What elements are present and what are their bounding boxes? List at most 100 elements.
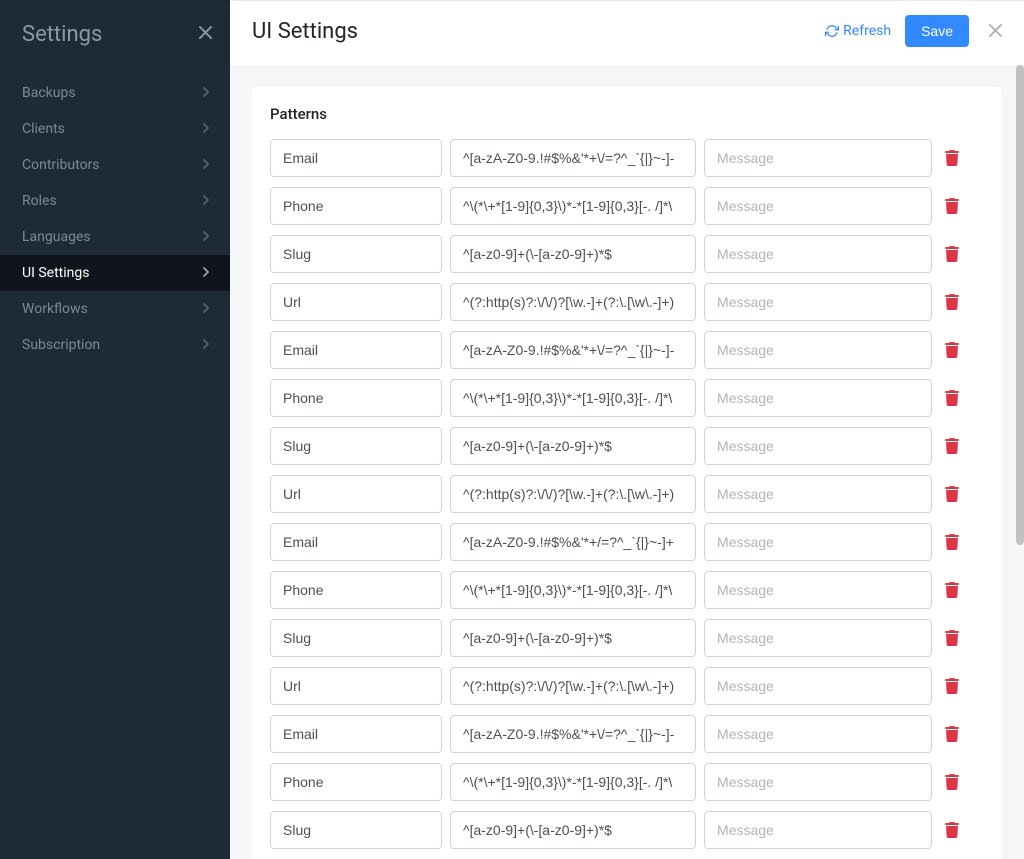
sidebar-header: Settings [0,18,230,75]
pattern-name-input[interactable] [270,475,442,513]
pattern-message-input[interactable] [704,523,932,561]
sidebar-item-workflows[interactable]: Workflows [0,291,230,327]
trash-icon[interactable] [940,534,964,550]
pattern-name-input[interactable] [270,571,442,609]
pattern-message-input[interactable] [704,283,932,321]
chevron-right-icon [203,338,210,352]
chevron-right-icon [203,122,210,136]
pattern-message-input[interactable] [704,187,932,225]
trash-icon[interactable] [940,198,964,214]
pattern-message-input[interactable] [704,331,932,369]
pattern-message-input[interactable] [704,379,932,417]
pattern-regex-input[interactable] [450,331,696,369]
trash-icon[interactable] [940,294,964,310]
pattern-name-input[interactable] [270,523,442,561]
pattern-name-input[interactable] [270,427,442,465]
trash-icon[interactable] [940,582,964,598]
pattern-message-input[interactable] [704,139,932,177]
pattern-row [270,763,984,801]
trash-icon[interactable] [940,678,964,694]
trash-icon[interactable] [940,726,964,742]
sidebar-title: Settings [22,22,102,47]
pattern-row [270,667,984,705]
content-scroller[interactable]: Patterns [252,87,1002,859]
pattern-regex-input[interactable] [450,187,696,225]
trash-icon[interactable] [940,438,964,454]
pattern-message-input[interactable] [704,235,932,273]
refresh-label: Refresh [843,23,891,39]
trash-icon[interactable] [940,150,964,166]
sidebar-item-languages[interactable]: Languages [0,219,230,255]
pattern-message-input[interactable] [704,475,932,513]
chevron-right-icon [203,266,210,280]
pattern-regex-input[interactable] [450,379,696,417]
sidebar-item-contributors[interactable]: Contributors [0,147,230,183]
pattern-name-input[interactable] [270,187,442,225]
pattern-message-input[interactable] [704,715,932,753]
trash-icon[interactable] [940,246,964,262]
pattern-regex-input[interactable] [450,139,696,177]
sidebar-item-roles[interactable]: Roles [0,183,230,219]
pattern-regex-input[interactable] [450,427,696,465]
sidebar-item-subscription[interactable]: Subscription [0,327,230,363]
trash-icon[interactable] [940,630,964,646]
trash-icon[interactable] [940,822,964,838]
save-button[interactable]: Save [905,15,969,47]
pattern-row [270,427,984,465]
chevron-right-icon [203,194,210,208]
chevron-right-icon [203,158,210,172]
pattern-message-input[interactable] [704,763,932,801]
pattern-name-input[interactable] [270,235,442,273]
pattern-message-input[interactable] [704,667,932,705]
pattern-message-input[interactable] [704,619,932,657]
scrollbar-thumb[interactable] [1016,65,1024,545]
pattern-message-input[interactable] [704,427,932,465]
trash-icon[interactable] [940,774,964,790]
trash-icon[interactable] [940,486,964,502]
pattern-regex-input[interactable] [450,475,696,513]
pattern-name-input[interactable] [270,139,442,177]
sidebar-item-backups[interactable]: Backups [0,75,230,111]
pattern-name-input[interactable] [270,283,442,321]
sidebar-item-ui-settings[interactable]: UI Settings [0,255,230,291]
pattern-name-input[interactable] [270,715,442,753]
pattern-message-input[interactable] [704,811,932,849]
sidebar-item-label: Subscription [22,337,100,353]
pattern-row [270,139,984,177]
sidebar-item-label: Backups [22,85,76,101]
pattern-regex-input[interactable] [450,619,696,657]
pattern-name-input[interactable] [270,763,442,801]
scrollbar[interactable] [1016,65,1024,859]
sidebar-item-clients[interactable]: Clients [0,111,230,147]
pattern-regex-input[interactable] [450,283,696,321]
pattern-name-input[interactable] [270,619,442,657]
chevron-right-icon [203,302,210,316]
pattern-message-input[interactable] [704,571,932,609]
pattern-name-input[interactable] [270,379,442,417]
sidebar-item-label: Roles [22,193,57,209]
trash-icon[interactable] [940,342,964,358]
pattern-regex-input[interactable] [450,811,696,849]
sidebar-item-label: Languages [22,229,91,245]
pattern-row [270,715,984,753]
modal-close-icon[interactable] [989,22,1002,41]
sidebar-item-label: Workflows [22,301,88,317]
pattern-regex-input[interactable] [450,763,696,801]
pattern-regex-input[interactable] [450,235,696,273]
pattern-name-input[interactable] [270,331,442,369]
pattern-row [270,187,984,225]
pattern-row [270,523,984,561]
pattern-regex-input[interactable] [450,571,696,609]
trash-icon[interactable] [940,390,964,406]
patterns-panel: Patterns [252,87,1002,859]
sidebar: Settings Backups ClientsContributors Roles… [0,0,230,859]
pattern-regex-input[interactable] [450,523,696,561]
pattern-row [270,379,984,417]
pattern-name-input[interactable] [270,811,442,849]
close-icon[interactable] [199,26,212,43]
refresh-button[interactable]: Refresh [825,23,891,39]
pattern-regex-input[interactable] [450,715,696,753]
pattern-name-input[interactable] [270,667,442,705]
pattern-regex-input[interactable] [450,667,696,705]
pattern-row [270,235,984,273]
